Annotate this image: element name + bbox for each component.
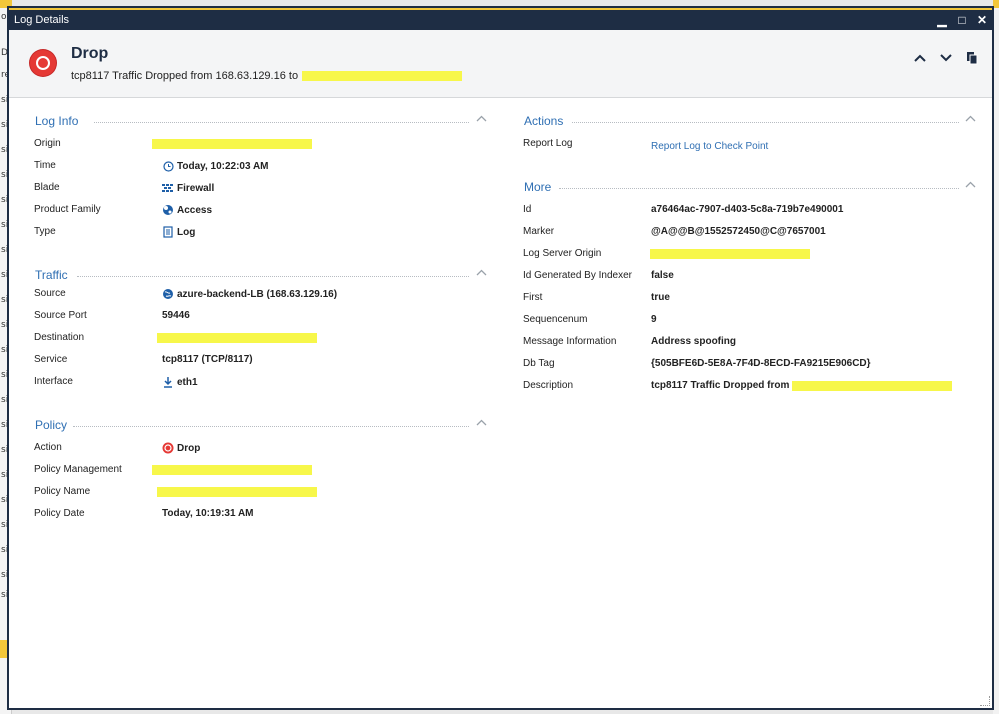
field-value-first: true — [651, 292, 670, 303]
report-log-link[interactable]: Report Log to Check Point — [651, 141, 768, 152]
field-label-source-port: Source Port — [34, 310, 87, 321]
redacted-value — [650, 249, 810, 259]
field-label-marker: Marker — [523, 226, 555, 237]
field-value-message-information: Address spoofing — [651, 336, 737, 347]
field-label-action: Action — [34, 442, 62, 453]
field-value-product-family: Access — [162, 204, 212, 216]
section-divider — [94, 122, 469, 123]
field-value-action: Drop — [162, 442, 200, 454]
section-actions-title: Actions — [524, 114, 564, 128]
next-log-button[interactable] — [938, 50, 954, 66]
field-value-id-generated-by-indexer: false — [651, 270, 674, 281]
header-toolbar — [912, 50, 980, 66]
window-title: Log Details — [14, 14, 70, 26]
redacted-value — [152, 465, 312, 475]
field-label-policy-management: Policy Management — [34, 464, 122, 475]
field-label-service: Service — [34, 354, 68, 365]
close-button[interactable]: ✕ — [972, 10, 992, 30]
field-label-policy-name: Policy Name — [34, 486, 91, 497]
field-label-id: Id — [523, 204, 532, 215]
field-value-description: tcp8117 Traffic Dropped from — [651, 380, 953, 391]
section-divider — [73, 426, 469, 427]
chevron-up-icon — [914, 54, 926, 62]
field-label-report-log: Report Log — [523, 138, 573, 149]
collapse-policy-button[interactable] — [476, 418, 487, 429]
collapse-log-info-button[interactable] — [476, 114, 487, 125]
section-more-title: More — [524, 180, 552, 194]
log-header: Drop tcp8117 Traffic Dropped from 168.63… — [9, 30, 992, 98]
field-label-description: Description — [523, 380, 574, 391]
field-label-first: First — [523, 292, 543, 303]
previous-log-button[interactable] — [912, 50, 928, 66]
collapse-more-button[interactable] — [965, 180, 976, 191]
firewall-icon — [162, 182, 174, 194]
field-label-origin: Origin — [34, 138, 61, 149]
field-label-destination: Destination — [34, 332, 85, 343]
log-summary: tcp8117 Traffic Dropped from 168.63.129.… — [71, 70, 463, 82]
field-value-source: azure-backend-LB (168.63.129.16) — [162, 288, 337, 300]
field-label-product-family: Product Family — [34, 204, 101, 215]
redacted-value — [157, 487, 317, 497]
field-value-interface: eth1 — [162, 376, 198, 388]
field-value-policy-date: Today, 10:19:31 AM — [162, 508, 254, 519]
field-label-policy-date: Policy Date — [34, 508, 85, 519]
field-value-time: Today, 10:22:03 AM — [162, 160, 269, 172]
field-label-source: Source — [34, 288, 66, 299]
copy-button[interactable] — [964, 50, 980, 66]
access-icon — [162, 204, 174, 216]
field-label-time: Time — [34, 160, 56, 171]
chevron-up-icon — [476, 269, 487, 276]
field-label-db-tag: Db Tag — [523, 358, 555, 369]
chevron-down-icon — [940, 54, 952, 62]
section-divider — [77, 276, 469, 277]
redacted-value — [157, 333, 317, 343]
field-label-interface: Interface — [34, 376, 73, 387]
field-value-id: a76464ac-7907-d403-5c8a-719b7e490001 — [651, 204, 844, 215]
copy-icon — [967, 52, 978, 65]
titlebar[interactable]: Log Details ▁ □ ✕ — [9, 8, 992, 30]
log-action-title: Drop — [71, 45, 109, 62]
log-icon — [162, 226, 174, 238]
globe-icon — [162, 288, 174, 300]
maximize-button[interactable]: □ — [952, 10, 972, 30]
field-label-sequencenum: Sequencenum — [523, 314, 588, 325]
field-value-blade: Firewall — [162, 182, 214, 194]
field-value-sequencenum: 9 — [651, 314, 657, 325]
field-label-log-server-origin: Log Server Origin — [523, 248, 602, 259]
log-details-window: Log Details ▁ □ ✕ Drop tcp8117 Traffic D… — [7, 6, 994, 710]
chevron-up-icon — [965, 181, 976, 188]
section-policy-title: Policy — [35, 418, 68, 432]
field-value-db-tag: {505BFE6D-5E8A-7F4D-8ECD-FA9215E906CD} — [651, 358, 871, 369]
section-log-info-title: Log Info — [35, 114, 79, 128]
field-label-type: Type — [34, 226, 56, 237]
redacted-value — [792, 380, 953, 391]
field-label-message-information: Message Information — [523, 336, 617, 347]
redacted-value — [302, 71, 463, 81]
section-divider — [572, 122, 959, 123]
drop-icon — [162, 442, 174, 454]
field-value-source-port: 59446 — [162, 310, 190, 321]
chevron-up-icon — [476, 419, 487, 426]
clock-icon — [162, 160, 174, 172]
field-label-blade: Blade — [34, 182, 60, 193]
field-label-id-generated-by-indexer: Id Generated By Indexer — [523, 270, 632, 281]
section-traffic-title: Traffic — [35, 268, 68, 282]
resize-grip[interactable] — [980, 696, 990, 706]
download-icon — [162, 376, 174, 388]
minimize-button[interactable]: ▁ — [932, 10, 952, 30]
field-value-type: Log — [162, 226, 195, 238]
log-summary-text: tcp8117 Traffic Dropped from 168.63.129.… — [71, 70, 299, 82]
chevron-up-icon — [965, 115, 976, 122]
drop-icon — [30, 50, 56, 76]
collapse-actions-button[interactable] — [965, 114, 976, 125]
redacted-value — [152, 139, 312, 149]
field-value-service: tcp8117 (TCP/8117) — [162, 354, 253, 365]
section-divider — [559, 188, 959, 189]
background-row: o — [1, 12, 7, 22]
collapse-traffic-button[interactable] — [476, 268, 487, 279]
chevron-up-icon — [476, 115, 487, 122]
field-value-marker: @A@@B@1552572450@C@7657001 — [651, 226, 826, 237]
